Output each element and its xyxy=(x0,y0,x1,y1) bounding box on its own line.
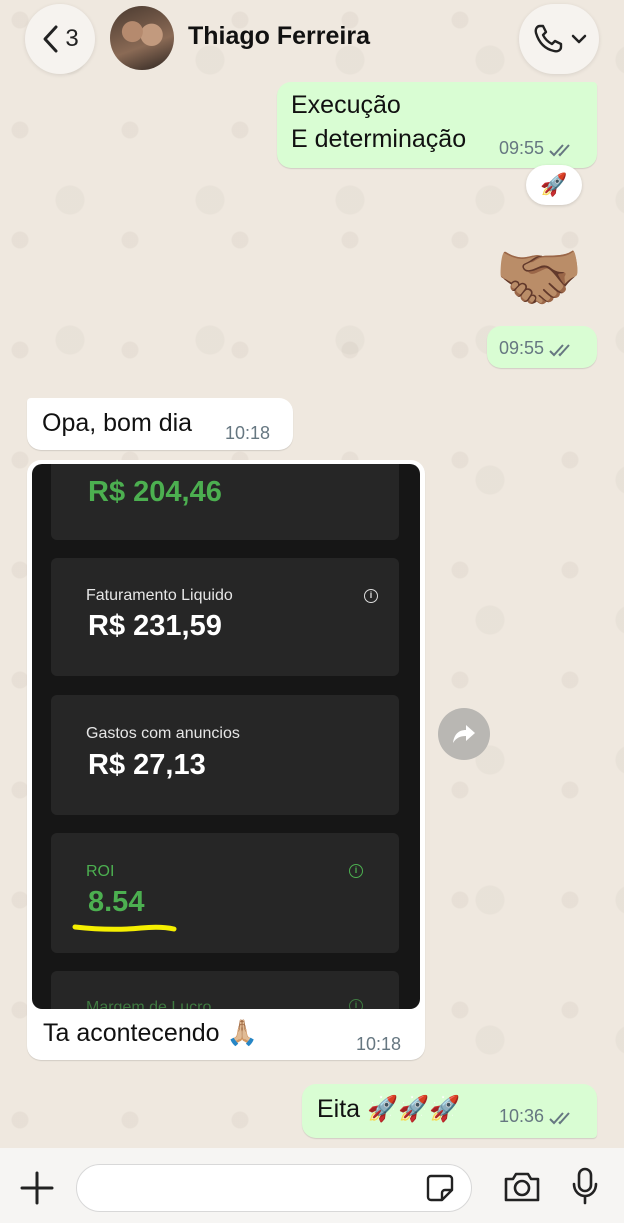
stat-card: R$ 204,46 xyxy=(51,464,399,540)
stat-value: R$ 204,46 xyxy=(88,476,222,508)
message-line: Execução xyxy=(291,91,401,119)
message-line: E determinação xyxy=(291,125,467,153)
message-time: 10:18 xyxy=(225,423,271,443)
double-check-icon xyxy=(548,344,570,357)
screenshot-image[interactable]: R$ 204,46 Faturamento Liquido R$ 231,59 … xyxy=(32,464,420,1009)
stat-card: Faturamento Liquido R$ 231,59 i xyxy=(51,558,399,676)
emoji-message[interactable]: 🤝🏽 xyxy=(494,238,584,318)
contact-name[interactable]: Thiago Ferreira xyxy=(188,22,370,51)
stat-value: R$ 27,13 xyxy=(88,749,206,781)
forward-button[interactable] xyxy=(438,708,490,760)
stat-card: Margem de Lucro i xyxy=(51,971,399,1009)
double-check-icon xyxy=(548,144,570,157)
composer-bar xyxy=(0,1148,624,1223)
message-time: 09:55 xyxy=(499,338,545,358)
avatar[interactable] xyxy=(110,6,174,70)
sticker-icon[interactable] xyxy=(425,1173,455,1203)
message-meta: 09:55 xyxy=(499,338,575,359)
chat-header: 3 Thiago Ferreira xyxy=(0,0,624,80)
reaction-badge[interactable]: 🚀 xyxy=(526,165,582,205)
highlight-underline xyxy=(72,924,177,932)
info-icon: i xyxy=(364,589,378,603)
camera-icon[interactable] xyxy=(502,1170,542,1204)
stat-label: Margem de Lucro xyxy=(86,999,212,1009)
message-input[interactable] xyxy=(76,1164,472,1212)
message-time: 10:36 xyxy=(499,1106,545,1126)
stat-label: Faturamento Liquido xyxy=(86,587,233,604)
double-check-icon xyxy=(548,1112,570,1125)
stat-label: Gastos com anuncios xyxy=(86,725,240,742)
info-icon: i xyxy=(349,864,363,878)
stat-card: ROI 8.54 i xyxy=(51,833,399,953)
stat-card: Gastos com anuncios R$ 27,13 xyxy=(51,695,399,815)
message-outgoing-meta[interactable]: 09:55 xyxy=(487,326,597,368)
message-time: 10:18 xyxy=(356,1034,402,1054)
message-outgoing[interactable]: Eita 🚀🚀🚀 10:36 xyxy=(302,1084,597,1138)
message-meta: 10:36 xyxy=(499,1106,575,1127)
info-icon: i xyxy=(349,999,363,1009)
message-meta: 09:55 xyxy=(499,138,575,159)
message-outgoing[interactable]: Execução E determinação 09:55 xyxy=(277,82,597,168)
stat-value: R$ 231,59 xyxy=(88,610,222,642)
phone-icon xyxy=(534,24,563,53)
plus-icon[interactable] xyxy=(19,1170,55,1206)
chevron-down-icon xyxy=(571,34,587,44)
message-time: 09:55 xyxy=(499,138,545,158)
message-text: Opa, bom dia xyxy=(42,409,193,437)
message-incoming[interactable]: Opa, bom dia 10:18 xyxy=(27,398,293,450)
call-button[interactable] xyxy=(519,4,599,74)
back-button[interactable]: 3 xyxy=(25,4,95,74)
microphone-icon[interactable] xyxy=(570,1166,600,1206)
stat-value: 8.54 xyxy=(88,886,145,918)
unread-count: 3 xyxy=(65,25,79,52)
forward-icon xyxy=(453,725,475,743)
message-caption: Ta acontecendo 🙏🏼 xyxy=(43,1019,258,1047)
chevron-left-icon xyxy=(43,25,58,53)
stat-label: ROI xyxy=(86,863,115,880)
message-text: Eita 🚀🚀🚀 xyxy=(317,1095,461,1123)
